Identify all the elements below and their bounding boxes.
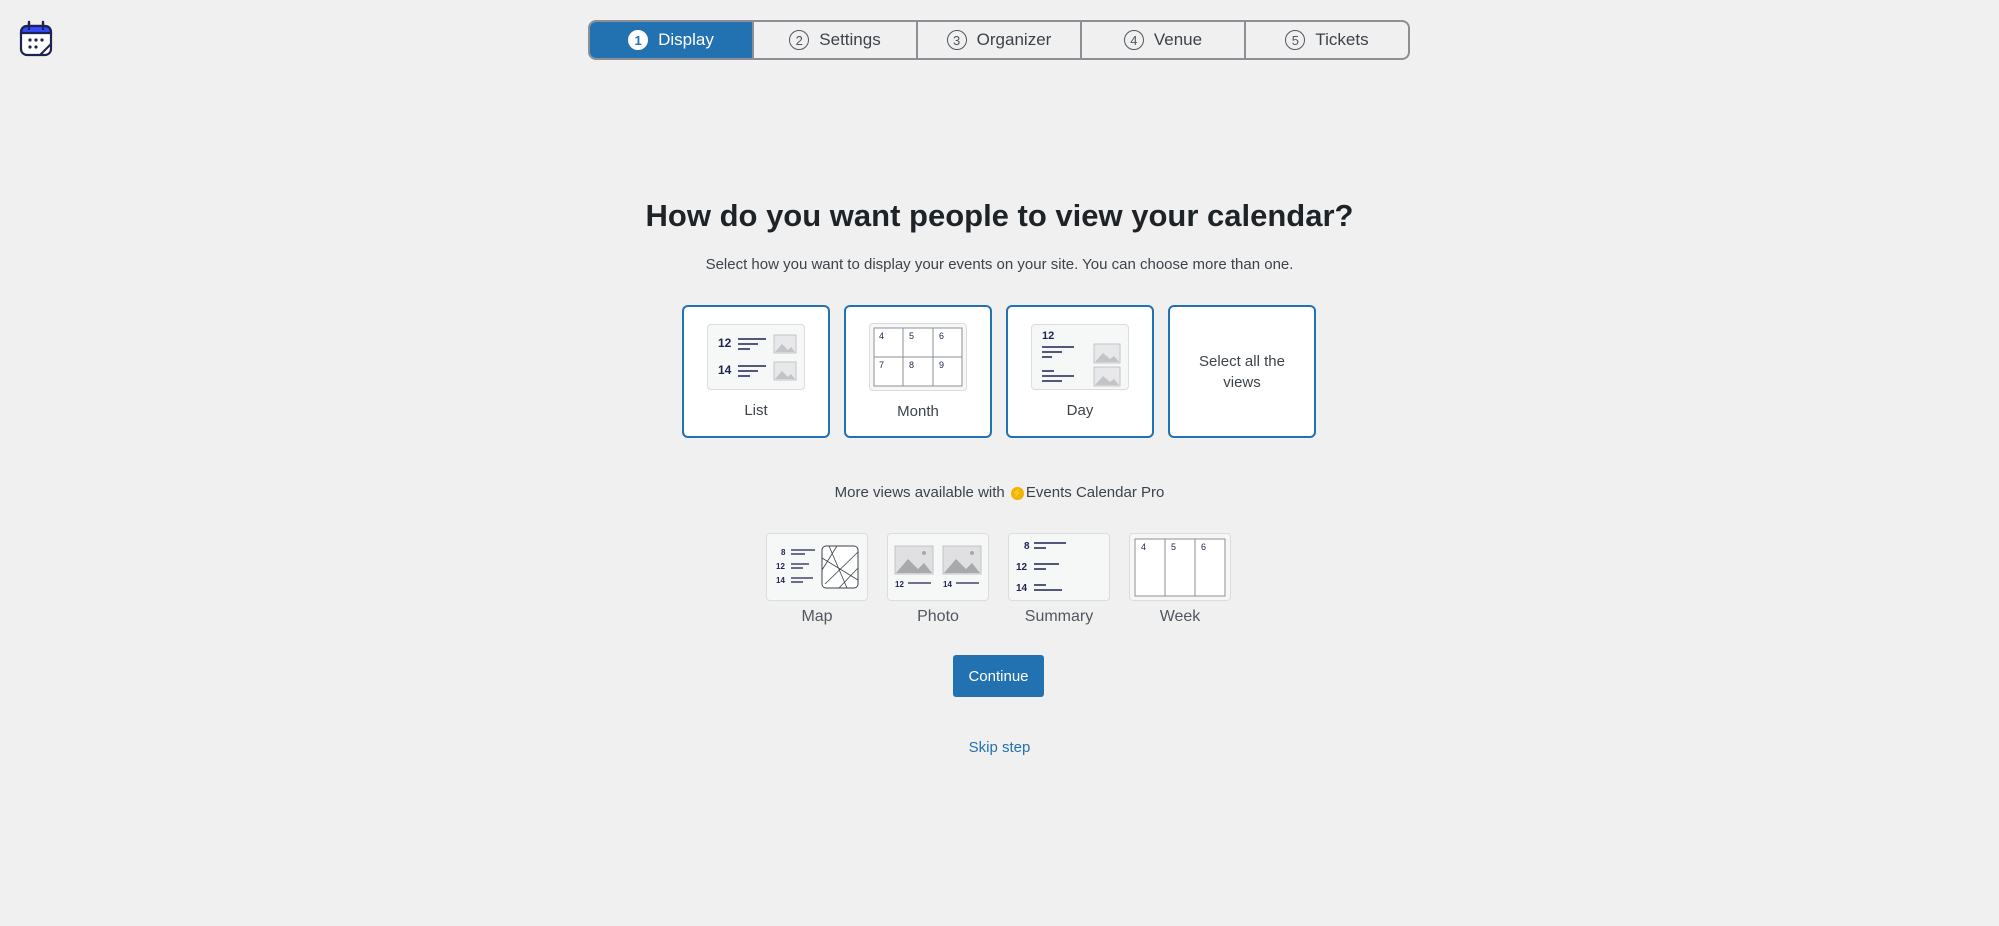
view-option-label: Month [897,403,939,420]
step-organizer[interactable]: 3 Organizer [918,22,1082,58]
select-all-views-button[interactable]: Select all the views [1168,305,1316,438]
view-options: 12 14 List 4 5 6 7 8 9 Month 12 Day Sele… [682,305,1316,438]
continue-button[interactable]: Continue [953,655,1044,697]
step-number: 2 [789,30,810,50]
pro-view-label: Summary [1024,608,1094,625]
view-option-label: List [744,402,768,419]
thumb-number: 14 [1016,583,1028,594]
pro-view-week: 4 5 6 Week [1129,533,1231,626]
thumb-number: 12 [776,562,785,571]
pro-product-name: Events Calendar Pro [1025,484,1165,501]
step-venue[interactable]: 4 Venue [1082,22,1246,58]
events-calendar-logo-icon [18,20,56,60]
lightning-bolt-icon: ⚡ [1010,487,1024,500]
summary-view-icon: 8 12 14 [1008,533,1110,601]
thumb-number: 7 [879,360,884,370]
view-option-day[interactable]: 12 Day [1006,305,1154,438]
setup-stepper: 1 Display 2 Settings 3 Organizer 4 Venue… [588,20,1410,60]
step-label: Settings [819,30,881,49]
page-title: How do you want people to view your cale… [645,198,1354,233]
thumb-number: 5 [909,331,914,341]
pro-view-label: Map [801,608,833,625]
thumb-number: 12 [1042,330,1054,342]
thumb-number: 12 [1016,562,1028,573]
pro-view-map: 8 12 14 Map [766,533,868,626]
month-view-icon: 4 5 6 7 8 9 [869,323,967,391]
thumb-number: 9 [939,360,944,370]
pro-view-label: Week [1159,608,1201,625]
step-label: Tickets [1315,30,1369,49]
thumb-number: 6 [1201,542,1206,552]
pro-view-photo: 12 14 Photo [887,533,989,626]
view-option-list[interactable]: 12 14 List [682,305,830,438]
photo-view-icon: 12 14 [887,533,989,601]
pro-view-summary: 8 12 14 Summary [1008,533,1110,626]
pro-text-before: More views available with [834,484,1005,501]
thumb-number: 14 [776,576,785,585]
day-view-icon: 12 [1031,324,1129,390]
pro-views-list: 8 12 14 Map 12 14 Photo 8 12 14 Summary … [766,533,1231,626]
thumb-number: 4 [1141,542,1146,552]
step-settings[interactable]: 2 Settings [754,22,918,58]
step-number: 3 [946,30,967,50]
map-view-icon: 8 12 14 [766,533,868,601]
thumb-number: 14 [943,580,952,589]
step-display[interactable]: 1 Display [590,22,754,58]
pro-view-label: Photo [917,608,959,625]
step-label: Venue [1153,30,1203,49]
thumb-number: 12 [718,336,732,350]
list-view-icon: 12 14 [707,324,805,390]
thumb-number: 8 [781,548,786,557]
pro-upsell-text: More views available with ⚡ Events Calend… [0,484,1999,501]
step-number: 1 [628,30,649,50]
step-number: 4 [1123,30,1144,50]
select-all-label: Select all the views [1199,352,1285,391]
page-subtitle: Select how you want to display your even… [705,256,1294,273]
step-label: Display [658,30,714,49]
step-tickets[interactable]: 5 Tickets [1246,22,1408,58]
thumb-number: 8 [909,360,914,370]
step-number: 5 [1285,30,1306,50]
thumb-number: 4 [879,331,884,341]
thumb-number: 5 [1171,542,1176,552]
thumb-number: 6 [939,331,944,341]
skip-step-label[interactable]: Skip step [969,739,1031,756]
view-option-month[interactable]: 4 5 6 7 8 9 Month [844,305,992,438]
thumb-number: 12 [895,580,904,589]
step-label: Organizer [976,30,1052,49]
thumb-number: 8 [1024,541,1030,552]
skip-step-link: Skip step [0,739,1999,756]
week-view-icon: 4 5 6 [1129,533,1231,601]
thumb-number: 14 [718,363,732,377]
view-option-label: Day [1066,402,1094,419]
